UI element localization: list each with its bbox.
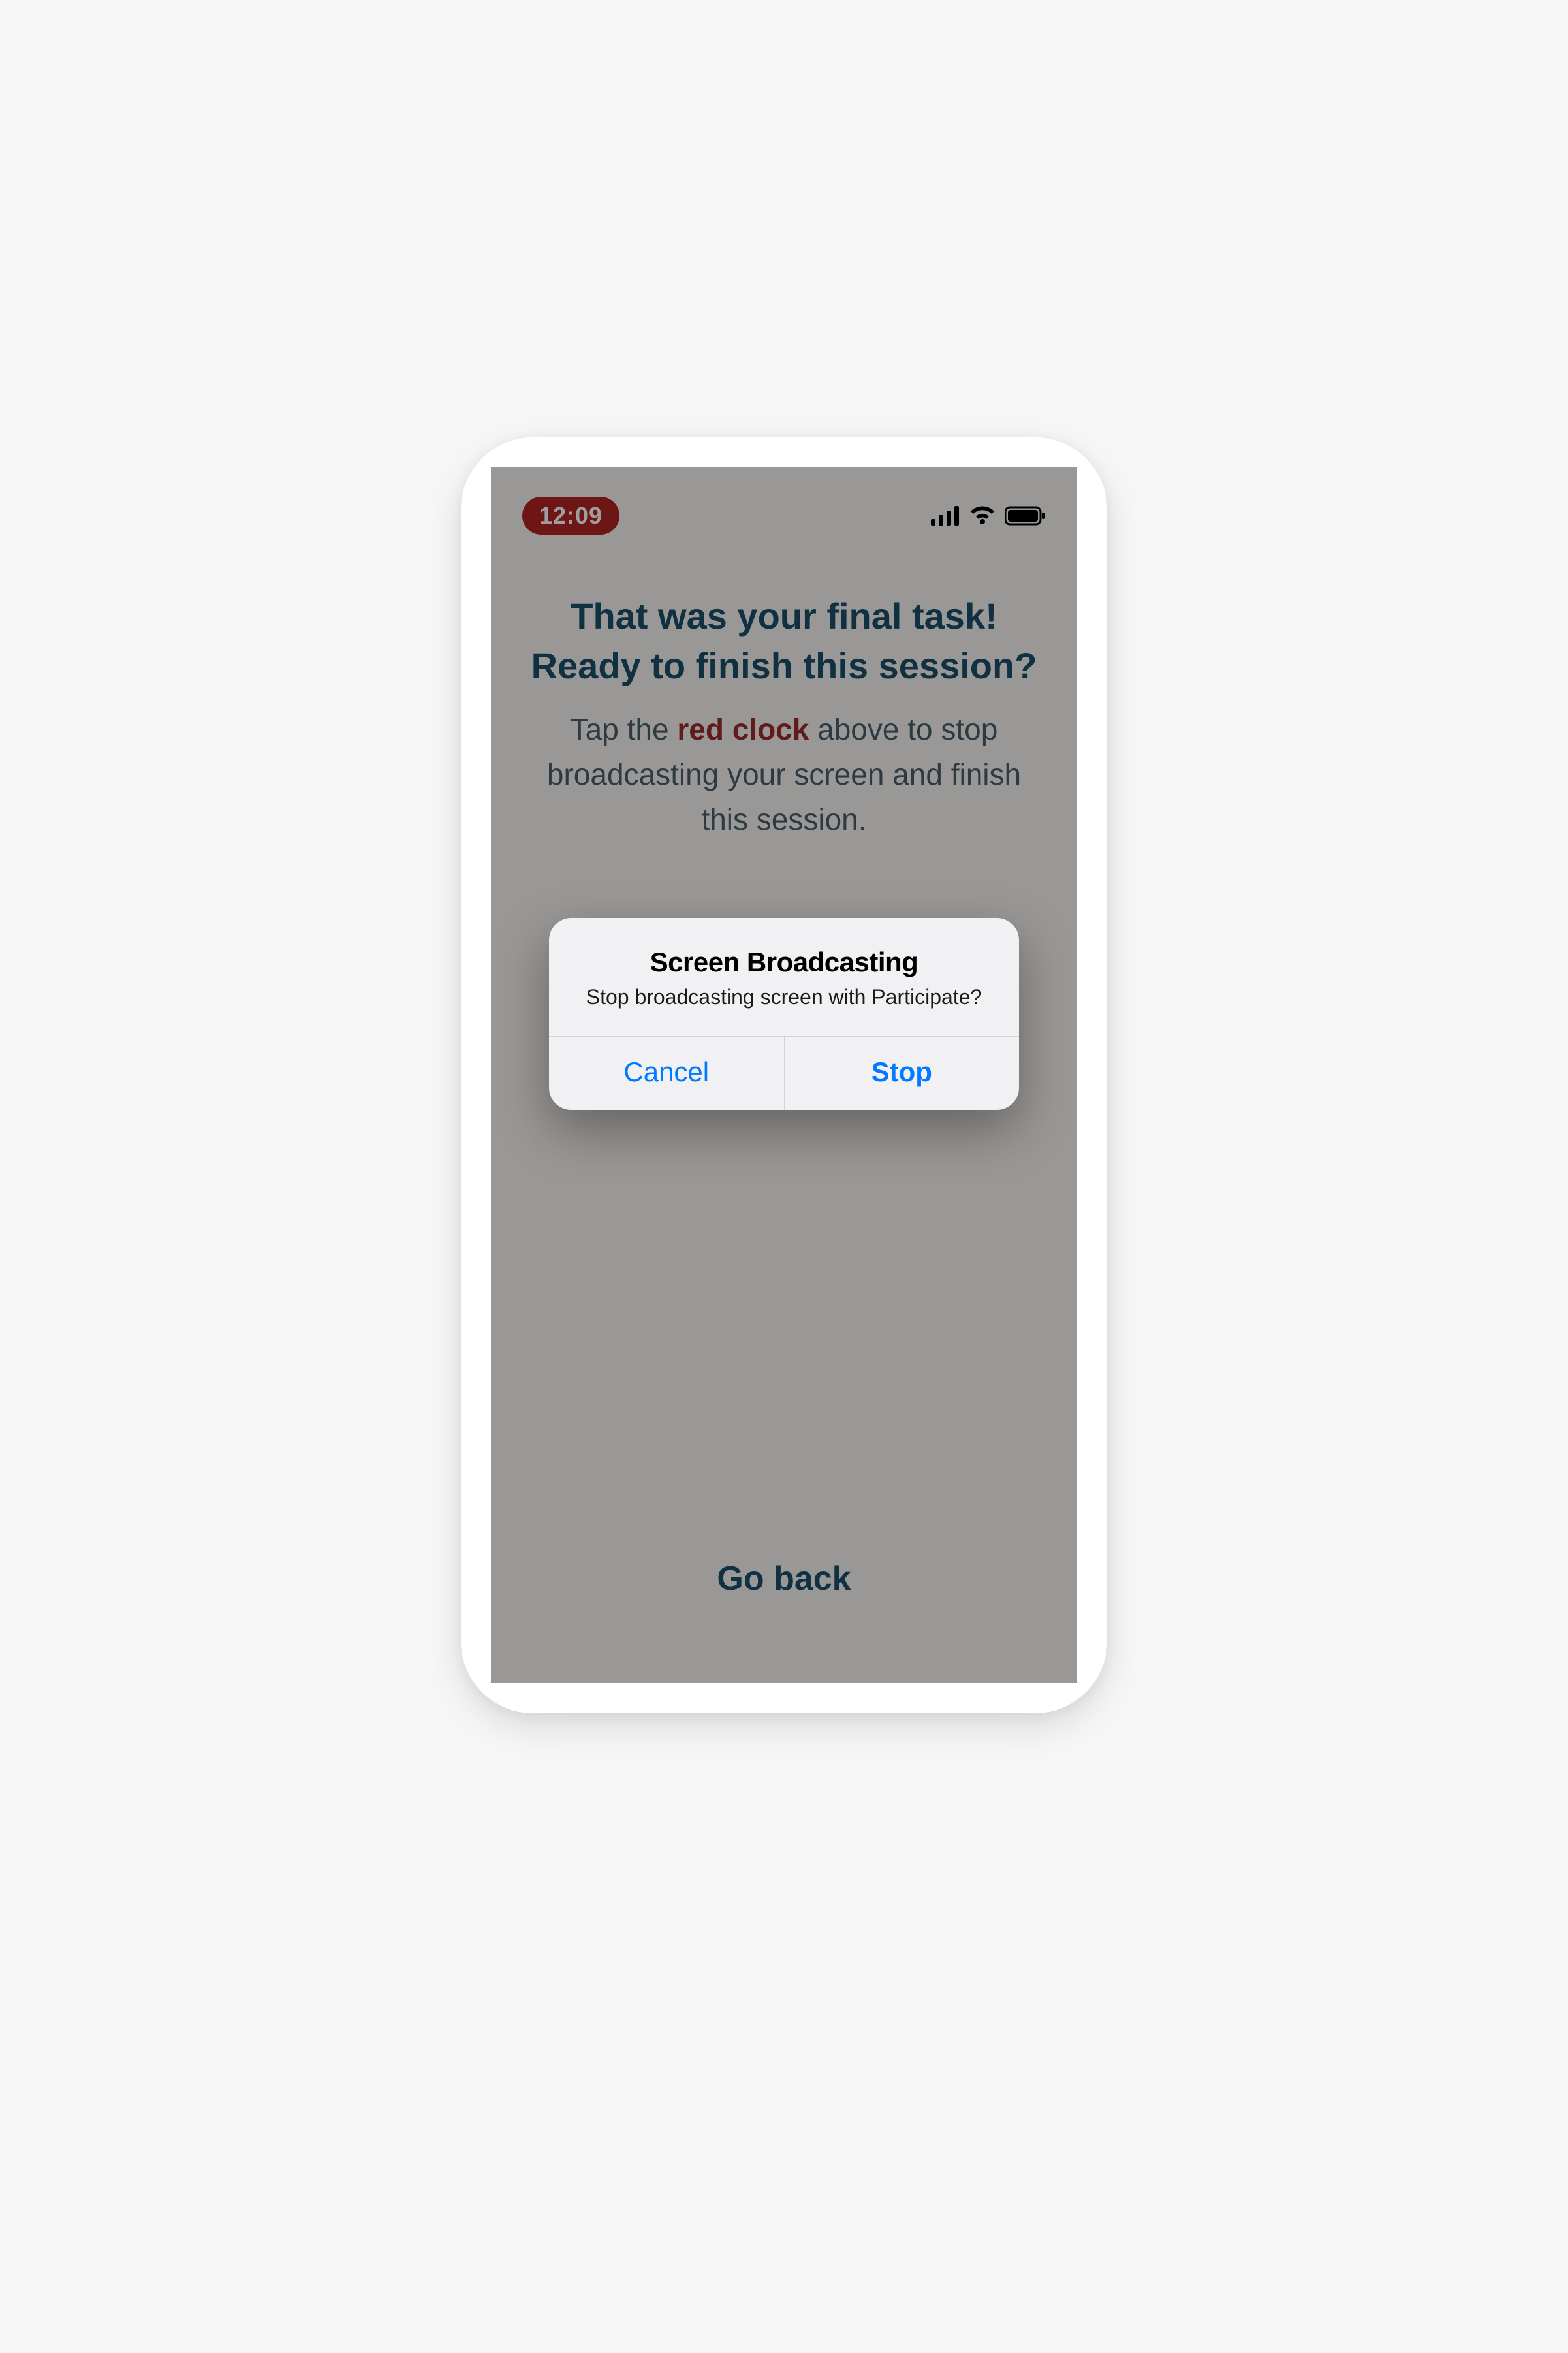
alert-title: Screen Broadcasting: [575, 947, 993, 978]
alert-body: Screen Broadcasting Stop broadcasting sc…: [549, 918, 1019, 1036]
cancel-button[interactable]: Cancel: [549, 1037, 785, 1110]
alert-message: Stop broadcasting screen with Participat…: [575, 983, 993, 1011]
phone-screen: 12:09 That was your final task! R: [491, 467, 1077, 1683]
alert-actions: Cancel Stop: [549, 1036, 1019, 1110]
stop-button[interactable]: Stop: [785, 1037, 1020, 1110]
screen-broadcasting-alert: Screen Broadcasting Stop broadcasting sc…: [549, 918, 1019, 1110]
phone-frame: 12:09 That was your final task! R: [461, 437, 1107, 1713]
